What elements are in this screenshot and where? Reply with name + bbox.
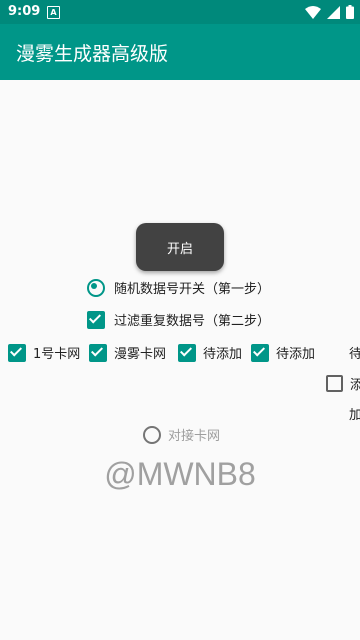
notification-icon: A — [47, 6, 60, 19]
card-source-1-label: 1号卡网 — [33, 347, 81, 362]
radio-checked-icon — [87, 278, 105, 297]
card-source-3-checkbox[interactable]: 待添加 — [178, 343, 242, 362]
status-icons — [305, 5, 354, 19]
checkbox-checked-icon — [8, 343, 26, 362]
checkbox-unchecked-icon — [326, 375, 343, 392]
random-toggle-label: 随机数据号开关（第一步） — [114, 282, 271, 297]
battery-icon — [346, 5, 354, 19]
card-source-3-label: 待添加 — [203, 347, 243, 362]
status-time: 9:09 — [8, 4, 41, 19]
card-source-4-label: 待添加 — [276, 347, 316, 362]
checkbox-checked-icon — [87, 310, 105, 329]
checkbox-checked-icon — [251, 343, 269, 362]
right-add-label: 加 — [349, 408, 360, 423]
radio-unchecked-icon — [143, 425, 161, 444]
card-source-1-checkbox[interactable]: 1号卡网 — [8, 343, 80, 362]
card-source-overflow-label: 待 — [349, 347, 360, 362]
random-toggle-radio[interactable]: 随机数据号开关（第一步） — [87, 278, 270, 297]
checkbox-checked-icon — [89, 343, 107, 362]
right-extra-checkbox[interactable]: 添 — [326, 374, 360, 393]
connect-card-label: 对接卡网 — [168, 429, 221, 444]
signal-icon — [327, 5, 340, 19]
filter-duplicate-label: 过滤重复数据号（第二步） — [114, 314, 271, 329]
card-source-4-checkbox[interactable]: 待添加 — [251, 343, 315, 362]
card-source-2-label: 漫雾卡网 — [114, 347, 167, 362]
filter-duplicate-checkbox[interactable]: 过滤重复数据号（第二步） — [87, 310, 270, 329]
right-extra-label: 添 — [350, 378, 360, 393]
wifi-icon — [305, 5, 321, 19]
start-button[interactable]: 开启 — [136, 223, 224, 271]
connect-card-radio[interactable]: 对接卡网 — [143, 425, 220, 444]
app-title: 漫雾生成器高级版 — [16, 43, 169, 65]
checkbox-checked-icon — [178, 343, 196, 362]
status-bar: 9:09 A — [0, 0, 360, 24]
card-source-2-checkbox[interactable]: 漫雾卡网 — [89, 343, 166, 362]
app-bar: 漫雾生成器高级版 — [0, 24, 360, 80]
watermark-text: @MWNB8 — [104, 456, 256, 492]
